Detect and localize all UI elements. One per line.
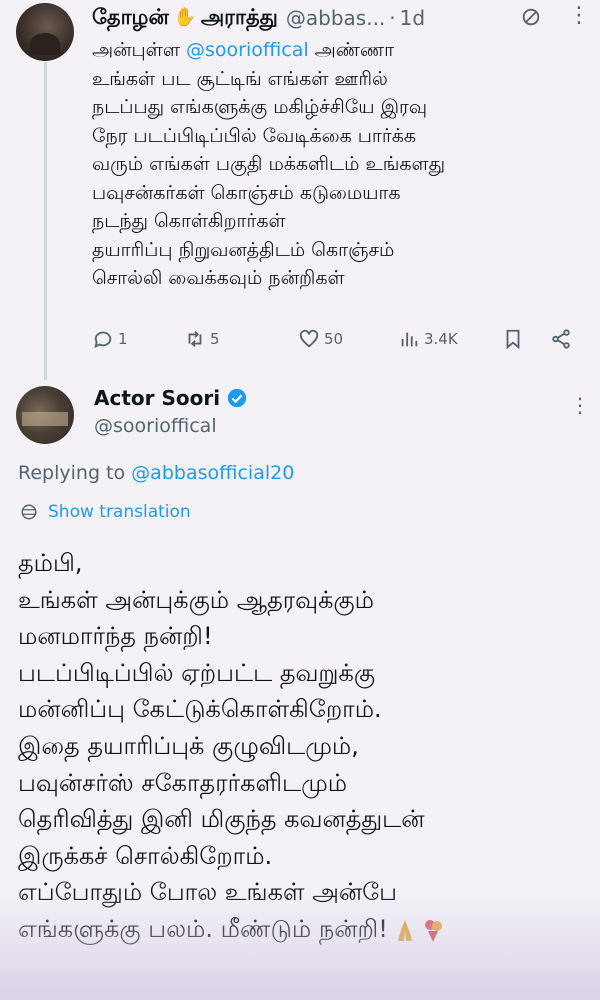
grok-icon[interactable] (520, 6, 542, 28)
tweet-time[interactable]: 1d (400, 6, 425, 30)
repost-icon (188, 331, 202, 347)
separator-dot: · (389, 6, 396, 30)
like-button[interactable]: 50 (298, 322, 343, 356)
author-name[interactable]: Actor Soori (94, 386, 220, 410)
verified-badge-icon (227, 388, 247, 408)
views-count: 3.4K (424, 330, 458, 348)
bookmark-button[interactable] (502, 322, 528, 356)
reply-line: உங்கள் அன்புக்கும் ஆதரவுக்கும் (18, 585, 374, 614)
reply-line: இதை தயாரிப்புக் குழுவிடமும், (18, 731, 359, 760)
thread-connector-line (44, 62, 47, 380)
repost-count: 5 (210, 330, 220, 348)
views-chart-icon (401, 332, 418, 347)
like-count: 50 (324, 330, 344, 348)
share-icon (552, 329, 570, 349)
more-options-icon[interactable]: ⋮ (568, 5, 590, 30)
replying-label: Replying to (18, 462, 126, 484)
share-button[interactable] (550, 322, 576, 356)
tweet-header: தோழன் ✋ அராத்து @abbas... · 1d (92, 2, 425, 34)
bouquet-emoji-icon (424, 919, 442, 942)
reply-line: இருக்கச் சொல்கிறோம். (18, 841, 273, 870)
folded-hands-emoji-icon (397, 919, 412, 941)
mention-link[interactable]: @soorioffical (186, 39, 309, 61)
tweet-line: அண்ணா (314, 39, 395, 61)
original-tweet[interactable]: தோழன் ✋ அராத்து @abbas... · 1d ⋮ அன்புள்… (0, 0, 600, 380)
greeting-text: அன்புள்ள (92, 39, 180, 61)
reply-count: 1 (118, 330, 128, 348)
tweet-text: அன்புள்ள @soorioffical அண்ணா உங்கள் பட ச… (92, 36, 592, 293)
replying-to-line: Replying to @abbasofficial20 (18, 462, 294, 484)
show-translation-button[interactable]: Show translation (20, 502, 191, 522)
author-handle[interactable]: @abbas... (286, 6, 385, 30)
reply-line: தெரிவித்து இனி மிகுந்த கவனத்துடன் (18, 805, 425, 834)
tweet-line: பவுசன்கர்கள் கொஞ்சம் கடுமையாக (92, 181, 401, 204)
reply-line: பவுன்சர்ஸ் சகோதரர்களிடமும் (18, 768, 348, 797)
tweet-line: நடந்து கொள்கிறார்கள் (92, 210, 286, 232)
reply-line: படப்பிடிப்பில் ஏற்பட்ட தவறுக்கு (18, 658, 376, 687)
reply-line: எப்போதும் போல உங்கள் அன்பே (18, 878, 398, 907)
tweet-line: உங்கள் பட சூட்டிங் எங்கள் ஊரில் (92, 67, 388, 90)
tweet-line: வரும் எங்கள் பகுதி மக்களிடம் உங்களது (92, 153, 446, 175)
tweet-line: நடப்பது எங்களுக்கு மகிழ்ச்சியே இரவு (92, 96, 428, 118)
flexed-arm-emoji-icon: ✋ (173, 7, 197, 28)
reply-text: தம்பி, உங்கள் அன்புக்கும் ஆதரவுக்கும் மன… (18, 545, 593, 948)
avatar[interactable] (16, 386, 74, 444)
views-button[interactable]: 3.4K (398, 322, 458, 356)
reply-line: மனமார்ந்த நன்றி! (18, 622, 213, 651)
translate-label: Show translation (48, 502, 191, 522)
author-handle[interactable]: @soorioffical (94, 415, 217, 437)
reply-author: Actor Soori (94, 386, 248, 410)
tweet-line: சொல்லி வைக்கவும் நன்றிகள் (92, 267, 345, 289)
bookmark-icon (506, 329, 520, 350)
tweet-line: நேர படப்பிடிப்பில் வேடிக்கை பார்க்க (92, 124, 417, 147)
reply-line-last: எங்களுக்கு பலம். மீண்டும் நன்றி! (18, 911, 593, 948)
globe-icon (21, 504, 37, 520)
avatar[interactable] (16, 3, 74, 61)
reply-line: எங்களுக்கு பலம். மீண்டும் நன்றி! (18, 914, 388, 943)
heart-icon (299, 329, 319, 348)
reply-line: மன்னிப்பு கேட்டுக்கொள்கிறோம். (18, 695, 382, 724)
comment-icon (94, 331, 112, 349)
tweet-actions-bar: 1 5 50 3.4K (92, 322, 592, 356)
more-options-icon[interactable]: ⋮ (570, 395, 590, 420)
replying-to-link[interactable]: @abbasofficial20 (131, 462, 294, 484)
tweet-line: தயாரிப்பு நிறுவனத்திடம் கொஞ்சம் (92, 238, 395, 261)
repost-button[interactable]: 5 (184, 322, 220, 356)
reply-line: தம்பி, (18, 549, 83, 577)
reply-button[interactable]: 1 (92, 322, 128, 356)
author-name-part-2[interactable]: அராத்து (201, 5, 278, 32)
author-name[interactable]: தோழன் (92, 5, 169, 32)
